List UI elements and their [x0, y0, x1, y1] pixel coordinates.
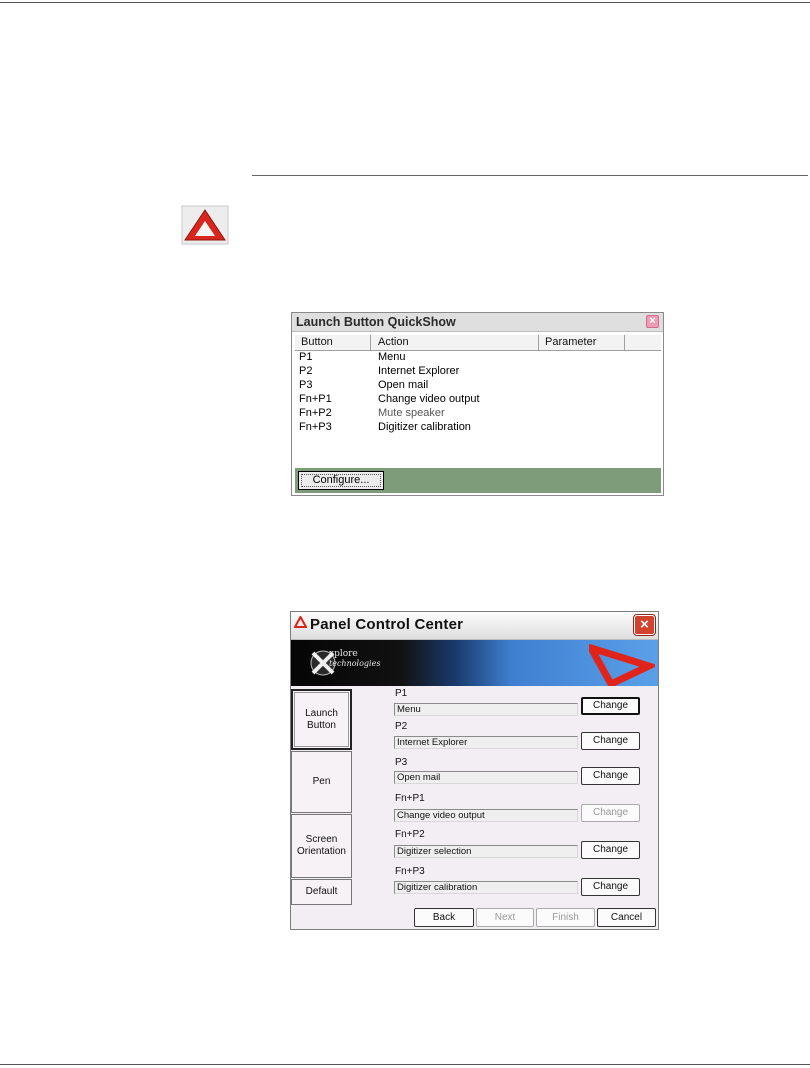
panel-control-center-window: Panel Control Center × xplore technologi… — [290, 611, 659, 930]
close-icon[interactable]: × — [633, 614, 656, 636]
quickshow-column-headers: Button Action Parameter — [295, 335, 661, 351]
pcc-banner: xplore technologies — [291, 640, 658, 686]
configure-button[interactable]: Configure... — [298, 471, 384, 490]
quickshow-list: P1 Menu P2 Internet Explorer P3 Open mai… — [299, 351, 659, 435]
field-value-p2: Internet Explorer — [394, 736, 578, 749]
list-item[interactable]: P1 Menu — [299, 351, 659, 365]
field-label-fn-p1: Fn+P1 — [395, 793, 425, 804]
row-button: Fn+P2 — [299, 407, 332, 419]
list-item[interactable]: P2 Internet Explorer — [299, 365, 659, 379]
row-button: P3 — [299, 379, 313, 391]
row-action: Change video output — [378, 393, 480, 405]
field-label-fn-p2: Fn+P2 — [395, 829, 425, 840]
sidebar-item-pen[interactable]: Pen — [291, 751, 352, 813]
pcc-title: Panel Control Center — [310, 616, 464, 633]
sidebar-item-label: Default — [305, 886, 338, 897]
field-label-p3: P3 — [395, 757, 408, 768]
brand-triangle-icon — [589, 644, 655, 686]
pcc-sidebar: Launch Button Pen Screen Orientation Def… — [291, 687, 353, 907]
quickshow-titlebar: Launch Button QuickShow × — [292, 313, 663, 332]
back-button[interactable]: Back — [414, 908, 474, 927]
sidebar-item-label: Launch Button — [305, 707, 338, 731]
sidebar-item-screen-orientation[interactable]: Screen Orientation — [291, 814, 352, 878]
app-triangle-icon — [294, 616, 307, 628]
change-button-p1[interactable]: Change — [581, 697, 640, 715]
column-header-button[interactable]: Button — [301, 336, 333, 348]
list-item[interactable]: Fn+P3 Digitizer calibration — [299, 421, 659, 435]
section-rule — [252, 175, 808, 176]
field-label-fn-p3: Fn+P3 — [395, 866, 425, 877]
pcc-titlebar: Panel Control Center × — [291, 612, 658, 640]
sidebar-item-label: Pen — [312, 776, 331, 787]
row-action: Internet Explorer — [378, 365, 460, 377]
bottom-rule — [0, 1064, 810, 1065]
change-button-p3[interactable]: Change — [581, 767, 640, 785]
quickshow-title: Launch Button QuickShow — [296, 315, 456, 329]
sidebar-item-label: Screen Orientation — [297, 834, 346, 857]
row-action: Digitizer calibration — [378, 421, 471, 433]
field-value-fn-p2: Digitizer selection — [394, 845, 578, 858]
column-header-action[interactable]: Action — [378, 336, 409, 348]
cancel-button[interactable]: Cancel — [597, 908, 656, 927]
list-item[interactable]: Fn+P1 Change video output — [299, 393, 659, 407]
field-value-p1: Menu — [394, 703, 578, 716]
field-label-p2: P2 — [395, 721, 408, 732]
next-button[interactable]: Next — [476, 908, 534, 927]
row-button: P2 — [299, 365, 313, 377]
change-button-fn-p3[interactable]: Change — [581, 878, 640, 896]
warning-icon — [181, 205, 229, 245]
top-rule — [0, 2, 810, 3]
row-button: Fn+P3 — [299, 421, 332, 433]
list-item[interactable]: P3 Open mail — [299, 379, 659, 393]
sidebar-item-launch-button[interactable]: Launch Button — [291, 689, 352, 750]
quickshow-footer: Configure... — [295, 468, 661, 493]
column-header-parameter[interactable]: Parameter — [545, 336, 596, 348]
row-button: Fn+P1 — [299, 393, 332, 405]
field-label-p1: P1 — [395, 688, 408, 699]
sidebar-item-default[interactable]: Default — [291, 879, 352, 905]
field-value-fn-p1: Change video output — [394, 809, 578, 822]
change-button-fn-p2[interactable]: Change — [581, 841, 640, 859]
row-button: P1 — [299, 351, 313, 363]
finish-button[interactable]: Finish — [536, 908, 595, 927]
list-item[interactable]: Fn+P2 Mute speaker — [299, 407, 659, 421]
field-value-p3: Open mail — [394, 771, 578, 784]
quickshow-window: Launch Button QuickShow × Button Action … — [291, 312, 664, 496]
row-action: Open mail — [378, 379, 429, 391]
close-icon[interactable]: × — [646, 315, 659, 328]
logo-text: xplore technologies — [329, 649, 381, 668]
row-action: Mute speaker — [378, 407, 445, 419]
change-button-p2[interactable]: Change — [581, 732, 640, 750]
row-action: Menu — [378, 351, 406, 363]
field-value-fn-p3: Digitizer calibration — [394, 881, 578, 894]
change-button-fn-p1[interactable]: Change — [581, 804, 640, 822]
